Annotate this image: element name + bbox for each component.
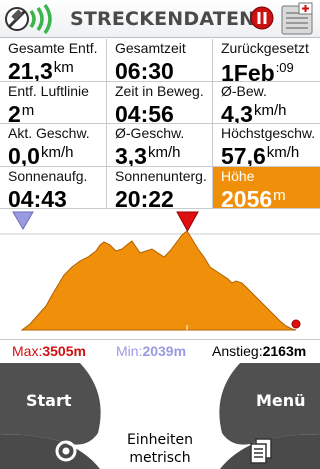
data-cell[interactable]: Gesamtzeit 06:30 (107, 39, 213, 82)
data-cell-label: Sonnenunterg. (115, 167, 207, 184)
units-label: Einheiten (127, 432, 193, 448)
device-status-icon[interactable] (278, 2, 316, 36)
data-cell-value: 2056m (221, 185, 286, 209)
data-cell-value: 3,3km/h (115, 143, 181, 167)
data-cell[interactable]: Zeit in Beweg. 04:56 (107, 81, 213, 124)
data-cell-label: Höchstgeschw. (221, 125, 316, 141)
data-cell[interactable]: Akt. Geschw. 0,0km/h (0, 124, 107, 167)
pause-button-icon[interactable] (250, 6, 274, 30)
start-button-label[interactable]: Start (26, 391, 72, 410)
units-toggle[interactable]: Einheiten metrisch (100, 431, 220, 467)
data-cell-value: 06:30 (115, 58, 174, 82)
elevation-stats: Max:3505m Min:2039m Anstieg:2163m (0, 339, 320, 363)
data-cell-label: Sonnenaufg. (8, 167, 88, 184)
data-cell-label: Gesamte Entf. (8, 40, 98, 56)
data-cell-label: Akt. Geschw. (8, 125, 90, 141)
data-cell-unit: km (53, 59, 74, 76)
data-cell[interactable]: Höchstgeschw. 57,6km/h (213, 124, 320, 167)
data-cell[interactable]: Ø-Geschw. 3,3km/h (107, 124, 213, 167)
bottom-bar: Start Menü Einheiten metrisch (0, 363, 320, 469)
max-elevation: Max:3505m (12, 343, 86, 359)
data-cell[interactable]: Gesamte Entf. 21,3km (0, 39, 107, 82)
data-cell-unit: m (21, 101, 35, 119)
trip-data-grid: Gesamte Entf. 21,3km Gesamtzeit 06:30 Zurück… (0, 39, 320, 209)
data-cell[interactable]: Zurückgesetzt 1Feb:09 (213, 39, 320, 82)
data-cell[interactable]: Entf. Luftlinie 2m (0, 81, 107, 124)
title-bar: STRECKENDATEN (0, 0, 320, 38)
data-cell-label: Entf. Luftlinie (8, 82, 89, 99)
data-cell-value: 2m (8, 100, 35, 124)
data-cell-label: Ø-Bew. (221, 82, 267, 99)
data-cell-unit: km/h (253, 101, 287, 119)
elevation-area (20, 230, 297, 331)
current-position-marker (176, 211, 199, 233)
elevation-profile[interactable] (0, 209, 320, 339)
start-marker (12, 211, 34, 230)
data-cell[interactable]: Ø-Bew. 4,3km/h (213, 82, 320, 124)
record-icon[interactable] (52, 439, 80, 463)
data-cell[interactable]: Sonnenunterg. 20:22 (107, 166, 213, 209)
data-cell-value: 4,3km/h (221, 100, 287, 124)
data-cell-label: Zeit in Beweg. (115, 82, 204, 99)
data-cell-value: 57,6km/h (221, 143, 300, 167)
data-cell-value: 20:22 (115, 185, 174, 209)
units-value: metrisch (129, 450, 191, 466)
data-cell-label: Höhe (221, 167, 255, 184)
data-cell-unit: km/h (40, 144, 74, 161)
data-cell-unit: km/h (266, 144, 300, 161)
menu-button-label[interactable]: Menü (256, 391, 306, 410)
data-cell-unit: :09 (275, 60, 294, 75)
data-cell-value: 0,0km/h (8, 143, 74, 167)
data-cell-label: Zurückgesetzt (221, 40, 309, 56)
data-cell-value: 1Feb:09 (221, 60, 294, 82)
data-cell-value: 04:56 (115, 100, 174, 124)
data-cell-label: Gesamtzeit (115, 40, 186, 56)
satellite-signal-icon[interactable] (4, 3, 62, 35)
total-ascent: Anstieg:2163m (212, 343, 307, 359)
data-cell-value: 21,3km (8, 58, 74, 82)
pages-icon[interactable] (248, 437, 274, 465)
data-cell[interactable]: Höhe 2056m (213, 166, 320, 209)
data-cell-unit: km/h (147, 144, 181, 161)
data-cell-label: Ø-Geschw. (115, 125, 185, 141)
page-title: STRECKENDATEN (70, 8, 256, 30)
end-point-marker (291, 319, 301, 329)
elevation-chart (0, 211, 320, 331)
data-cell-value: 04:43 (8, 185, 67, 209)
data-cell[interactable]: Sonnenaufg. 04:43 (0, 166, 107, 209)
min-elevation: Min:2039m (116, 343, 187, 359)
data-cell-unit: m (273, 186, 286, 204)
